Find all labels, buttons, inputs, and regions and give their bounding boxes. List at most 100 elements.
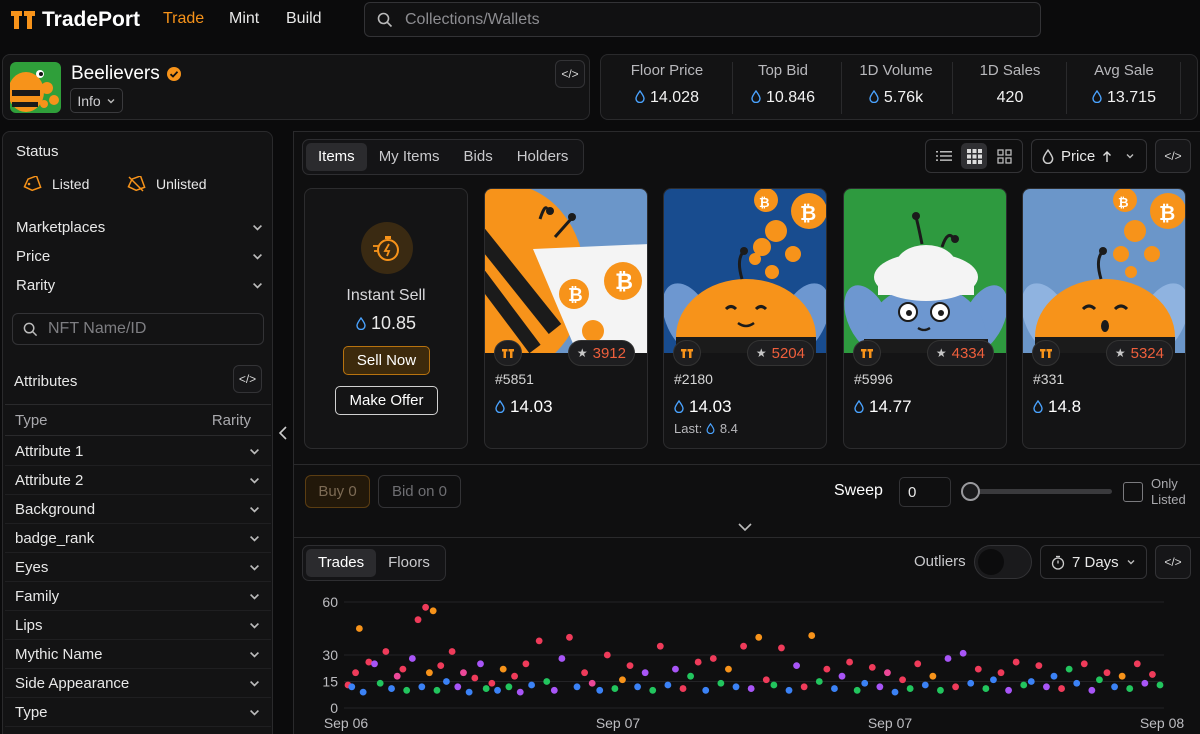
trade-point[interactable]	[488, 679, 496, 687]
trade-point[interactable]	[725, 665, 732, 673]
grid-dense-view-button[interactable]	[961, 143, 987, 169]
trade-point[interactable]	[1111, 683, 1118, 691]
trade-point[interactable]	[1027, 678, 1035, 685]
attribute-row[interactable]: Family	[5, 582, 271, 611]
info-dropdown[interactable]: Info	[70, 88, 123, 113]
trade-point[interactable]	[656, 642, 664, 650]
trade-point[interactable]	[448, 648, 456, 655]
trade-point[interactable]	[403, 686, 411, 694]
tab-my-items[interactable]: My Items	[367, 143, 452, 171]
trade-point[interactable]	[906, 685, 914, 692]
trade-point[interactable]	[626, 662, 634, 669]
sort-dropdown[interactable]: Price	[1031, 139, 1147, 173]
nav-trade[interactable]: Trade	[163, 10, 204, 28]
trade-point[interactable]	[1096, 676, 1103, 684]
nft-card[interactable]: ★ 4334 #5996 14.77	[843, 188, 1007, 449]
trade-point[interactable]	[1118, 672, 1126, 680]
expand-chart-button[interactable]	[736, 520, 754, 534]
trade-point[interactable]	[1133, 660, 1141, 668]
collapse-sidebar-button[interactable]	[274, 422, 292, 444]
sweep-slider-track[interactable]	[964, 489, 1112, 494]
trade-point[interactable]	[1156, 681, 1164, 689]
trade-point[interactable]	[1058, 685, 1065, 692]
trade-point[interactable]	[815, 678, 823, 685]
trade-point[interactable]	[853, 686, 861, 694]
trade-point[interactable]	[770, 681, 778, 689]
trade-point[interactable]	[914, 660, 922, 668]
trade-point[interactable]	[471, 674, 479, 682]
trade-point[interactable]	[465, 688, 473, 696]
trade-point[interactable]	[1141, 679, 1149, 687]
trade-point[interactable]	[558, 655, 566, 662]
trade-point[interactable]	[929, 672, 937, 680]
trade-point[interactable]	[937, 686, 944, 694]
sell-now-button[interactable]: Sell Now	[343, 346, 430, 375]
brand-logo[interactable]: TradePort	[10, 8, 140, 32]
trade-point[interactable]	[393, 672, 401, 680]
trade-point[interactable]	[952, 683, 959, 691]
tab-trades[interactable]: Trades	[306, 549, 377, 577]
trade-point[interactable]	[997, 669, 1005, 677]
trade-point[interactable]	[793, 662, 800, 669]
attribute-row[interactable]: Attribute 2	[5, 466, 271, 495]
list-view-button[interactable]	[931, 143, 957, 169]
outliers-toggle[interactable]	[974, 545, 1032, 579]
trade-point[interactable]	[921, 681, 929, 689]
trade-point[interactable]	[388, 685, 395, 692]
attributes-embed-button[interactable]: </>	[233, 365, 262, 393]
trade-point[interactable]	[581, 669, 588, 677]
trade-point[interactable]	[959, 649, 967, 657]
trade-point[interactable]	[482, 685, 490, 692]
trade-point[interactable]	[477, 660, 484, 668]
embed-code-button[interactable]: </>	[555, 60, 585, 88]
trade-point[interactable]	[876, 683, 884, 691]
trade-point[interactable]	[408, 655, 416, 662]
trade-point[interactable]	[1080, 660, 1088, 668]
trade-point[interactable]	[778, 644, 785, 652]
trade-point[interactable]	[762, 676, 770, 684]
trade-point[interactable]	[499, 665, 507, 673]
trade-point[interactable]	[443, 678, 450, 685]
nav-mint[interactable]: Mint	[229, 10, 259, 28]
trade-point[interactable]	[494, 686, 501, 694]
trade-point[interactable]	[899, 676, 906, 684]
trade-point[interactable]	[808, 632, 816, 639]
trade-point[interactable]	[522, 660, 530, 668]
attribute-row[interactable]: badge_rank	[5, 524, 271, 553]
trade-point[interactable]	[861, 679, 869, 687]
trade-point[interactable]	[634, 683, 641, 691]
trade-point[interactable]	[603, 651, 611, 659]
sweep-input[interactable]: 0	[899, 477, 951, 507]
trade-point[interactable]	[516, 688, 524, 696]
trade-point[interactable]	[425, 669, 433, 677]
attribute-row[interactable]: Lips	[5, 611, 271, 640]
trade-point[interactable]	[868, 663, 876, 671]
trade-point[interactable]	[1126, 685, 1134, 692]
nft-card[interactable]: ₿ ₿ ★ 5324 #331 14.8	[1022, 188, 1186, 449]
attribute-row[interactable]: Attribute 1	[5, 437, 271, 466]
trade-point[interactable]	[437, 662, 445, 669]
trade-point[interactable]	[800, 683, 808, 691]
buy-button[interactable]: Buy 0	[305, 475, 370, 508]
items-embed-button[interactable]: </>	[1155, 139, 1191, 173]
search-bar[interactable]: Collections/Wallets	[364, 2, 1041, 37]
trade-point[interactable]	[1149, 671, 1156, 678]
make-offer-button[interactable]: Make Offer	[335, 386, 438, 415]
trade-point[interactable]	[1012, 658, 1020, 666]
trade-point[interactable]	[1088, 686, 1096, 694]
trade-point[interactable]	[429, 607, 437, 615]
trade-point[interactable]	[1005, 686, 1012, 694]
trade-point[interactable]	[884, 669, 891, 677]
trade-point[interactable]	[944, 655, 952, 662]
chart-embed-button[interactable]: </>	[1155, 545, 1191, 579]
trade-point[interactable]	[566, 633, 573, 641]
trade-point[interactable]	[785, 686, 793, 694]
attribute-row[interactable]: Background	[5, 495, 271, 524]
trade-point[interactable]	[664, 681, 672, 689]
attribute-row[interactable]: Side Appearance	[5, 669, 271, 698]
trade-point[interactable]	[702, 686, 710, 694]
trade-point[interactable]	[535, 637, 543, 645]
trade-point[interactable]	[990, 676, 997, 684]
trade-point[interactable]	[717, 679, 725, 687]
attribute-row[interactable]: Eyes	[5, 553, 271, 582]
